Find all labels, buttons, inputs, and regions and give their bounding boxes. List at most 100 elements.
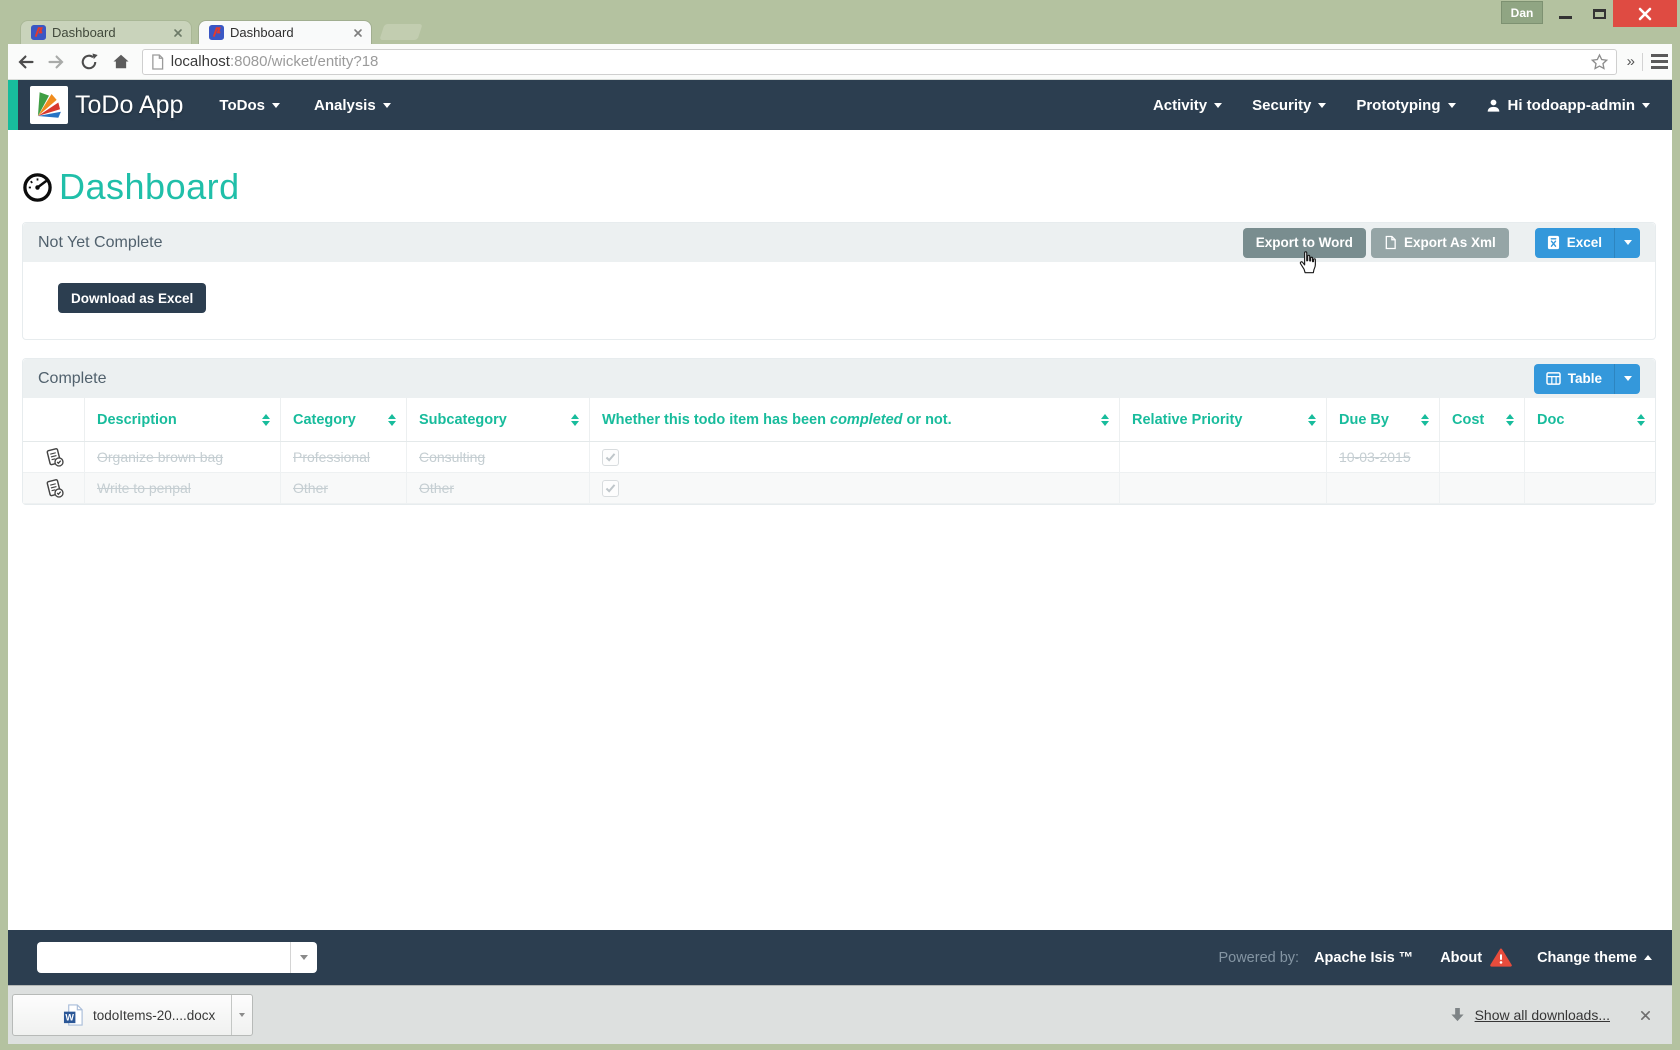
sort-icon[interactable]: [1506, 414, 1514, 426]
app-brand[interactable]: ToDo App: [30, 86, 183, 124]
panel-title: Not Yet Complete: [38, 234, 163, 252]
reload-icon: [79, 52, 99, 72]
address-bar[interactable]: localhost:8080/wicket/entity?18: [142, 49, 1617, 75]
menu-todos[interactable]: ToDos: [219, 97, 280, 114]
table-view-button[interactable]: Table: [1534, 364, 1614, 394]
tab-dashboard-active[interactable]: Dashboard: [198, 20, 372, 44]
chevron-down-icon: [1214, 103, 1222, 112]
cell-doc: [1525, 442, 1655, 472]
window-close-button[interactable]: [1613, 0, 1677, 27]
toolbar-divider: [1642, 53, 1643, 71]
cell-completed: [590, 442, 1120, 472]
excel-button[interactable]: Excel: [1535, 228, 1614, 258]
chrome-menu-icon[interactable]: [1651, 54, 1668, 69]
panel-heading: Complete Table: [23, 359, 1655, 398]
cell-relative-priority: [1120, 473, 1327, 503]
svg-text:W: W: [65, 1013, 74, 1023]
sort-icon[interactable]: [1308, 414, 1316, 426]
sort-icon[interactable]: [1637, 414, 1645, 426]
table-header-row: Description Category Subcategory Whether…: [23, 398, 1655, 442]
window-maximize-button[interactable]: [1585, 0, 1613, 27]
tab-strip: Dashboard Dashboard: [8, 20, 1672, 44]
excel-file-icon: [1547, 235, 1560, 250]
home-icon: [111, 52, 131, 71]
tab-close-icon[interactable]: [173, 28, 183, 38]
column-header-category[interactable]: Category: [281, 398, 407, 441]
window-minimize-button[interactable]: [1551, 0, 1579, 27]
cell-due-by: [1327, 473, 1440, 503]
cell-description: Write to penpal: [85, 473, 281, 503]
extensions-overflow-icon[interactable]: »: [1627, 53, 1634, 70]
menu-security[interactable]: Security: [1252, 97, 1326, 114]
combobox-arrow[interactable]: [290, 942, 317, 973]
menu-activity[interactable]: Activity: [1153, 97, 1222, 114]
bookmark-star-icon[interactable]: [1589, 52, 1610, 72]
cell-category: Professional: [281, 442, 407, 472]
show-all-downloads-link[interactable]: Show all downloads...: [1475, 1007, 1610, 1023]
minimize-icon: [1559, 16, 1572, 19]
column-header-description[interactable]: Description: [85, 398, 281, 441]
cell-subcategory: Other: [407, 473, 590, 503]
cell-relative-priority: [1120, 442, 1327, 472]
todo-item-icon[interactable]: [23, 442, 85, 472]
app-navbar: ToDo App ToDos Analysis Activity Securit…: [8, 80, 1672, 130]
tab-close-icon[interactable]: [353, 28, 363, 38]
footer-combobox[interactable]: [37, 942, 317, 973]
table-icon: [1546, 372, 1561, 385]
download-item-dropdown[interactable]: [231, 995, 252, 1035]
column-header-doc[interactable]: Doc: [1525, 398, 1655, 441]
chevron-down-icon: [300, 955, 308, 964]
back-button[interactable]: [10, 48, 40, 76]
excel-dropdown-toggle[interactable]: [1614, 228, 1640, 258]
sort-icon[interactable]: [262, 414, 270, 426]
sort-icon[interactable]: [388, 414, 396, 426]
menu-analysis[interactable]: Analysis: [314, 97, 391, 114]
sort-icon[interactable]: [1421, 414, 1429, 426]
column-header-completed[interactable]: Whether this todo item has been complete…: [590, 398, 1120, 441]
window-titlebar: Dan: [0, 0, 1680, 20]
download-arrow-icon: [1450, 1007, 1465, 1023]
panel-heading: Not Yet Complete Export to Word Export A…: [23, 223, 1655, 262]
table-view-dropdown-toggle[interactable]: [1614, 364, 1640, 394]
export-as-xml-button[interactable]: Export As Xml: [1371, 228, 1509, 258]
sort-icon[interactable]: [1101, 414, 1109, 426]
download-as-excel-button[interactable]: Download as Excel: [58, 283, 206, 313]
favicon-icon: [31, 25, 46, 40]
column-header-due-by[interactable]: Due By: [1327, 398, 1440, 441]
close-shelf-button[interactable]: [1634, 1004, 1656, 1026]
column-header-subcategory[interactable]: Subcategory: [407, 398, 590, 441]
favicon-icon: [209, 25, 224, 40]
tab-dashboard-background[interactable]: Dashboard: [20, 20, 192, 44]
url-host: localhost: [171, 53, 230, 70]
about-link[interactable]: About: [1440, 948, 1512, 967]
downloaded-file-button[interactable]: W todoItems-20....docx: [12, 994, 253, 1036]
cell-doc: [1525, 473, 1655, 503]
completed-checkbox[interactable]: [602, 480, 619, 497]
new-tab-button[interactable]: [379, 24, 422, 40]
column-header-relative-priority[interactable]: Relative Priority: [1120, 398, 1327, 441]
change-theme-link[interactable]: Change theme: [1537, 950, 1652, 966]
cell-subcategory: Consulting: [407, 442, 590, 472]
complete-table: Description Category Subcategory Whether…: [23, 398, 1655, 504]
page-content: Dashboard Not Yet Complete Export to Wor…: [8, 130, 1672, 930]
export-to-word-button[interactable]: Export to Word: [1243, 228, 1366, 258]
completed-checkbox[interactable]: [602, 449, 619, 466]
menu-prototyping[interactable]: Prototyping: [1356, 97, 1455, 114]
excel-split-button: Excel: [1535, 228, 1640, 258]
maximize-icon: [1593, 9, 1606, 19]
reload-button[interactable]: [74, 48, 104, 76]
url-path: :8080/wicket/entity?18: [230, 53, 378, 70]
tab-title: Dashboard: [52, 25, 173, 40]
tab-title: Dashboard: [230, 25, 353, 40]
chevron-down-icon: [272, 103, 280, 112]
chevron-down-icon: [1624, 376, 1632, 385]
forward-button[interactable]: [42, 48, 72, 76]
sort-icon[interactable]: [571, 414, 579, 426]
home-button[interactable]: [106, 48, 136, 76]
chevron-down-icon: [1448, 103, 1456, 112]
menu-user[interactable]: Hi todoapp-admin: [1486, 97, 1651, 114]
chevron-up-icon: [1644, 951, 1652, 960]
chrome-profile-badge[interactable]: Dan: [1501, 1, 1543, 24]
column-header-cost[interactable]: Cost: [1440, 398, 1525, 441]
todo-item-icon[interactable]: [23, 473, 85, 503]
